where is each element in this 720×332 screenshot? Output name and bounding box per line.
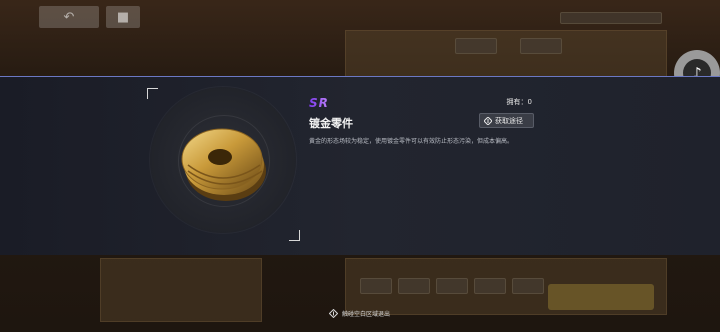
background-chip — [560, 12, 662, 24]
item-name: 镀金零件 — [309, 117, 353, 130]
exit-hint-text: 触碰空白区域退出 — [342, 311, 391, 318]
background-shelf — [345, 30, 667, 77]
item-description: 黄金的形态场较为稳定，使用镀金零件可以有效防止形态污染，但成本偏高。 — [309, 138, 514, 145]
gilded-part-hole — [208, 149, 232, 165]
owned-count: 拥有：0 — [506, 98, 532, 106]
background-chip — [520, 38, 562, 54]
frame-corner-bottom-right — [289, 230, 300, 241]
diamond-nav-icon — [329, 309, 338, 318]
menu-icon: ■ — [116, 9, 130, 25]
obtain-source-button[interactable]: 获取途径 — [479, 113, 534, 128]
background-chip — [455, 38, 497, 54]
item-detail-panel: SR 镀金零件 拥有：0 获取途径 黄金的形态场较为稳定，使用镀金零件可以有效防… — [0, 76, 720, 255]
background-chip — [436, 278, 468, 294]
exit-hint[interactable]: 触碰空白区域退出 — [329, 309, 390, 318]
menu-button[interactable]: ■ — [106, 6, 140, 28]
background-chip — [398, 278, 430, 294]
back-button[interactable]: ↶ — [39, 6, 99, 28]
obtain-source-label: 获取途径 — [495, 116, 523, 125]
rarity-badge: SR — [309, 96, 329, 110]
diamond-nav-icon — [484, 116, 492, 125]
frame-corner-top-left — [147, 88, 158, 99]
background-chip — [512, 278, 544, 294]
background-shelf — [100, 258, 262, 322]
background-chip — [360, 278, 392, 294]
background-confirm-button — [548, 284, 654, 310]
gilded-part-icon — [181, 128, 266, 201]
background-chip — [474, 278, 506, 294]
back-arrow-icon: ↶ — [63, 9, 75, 25]
